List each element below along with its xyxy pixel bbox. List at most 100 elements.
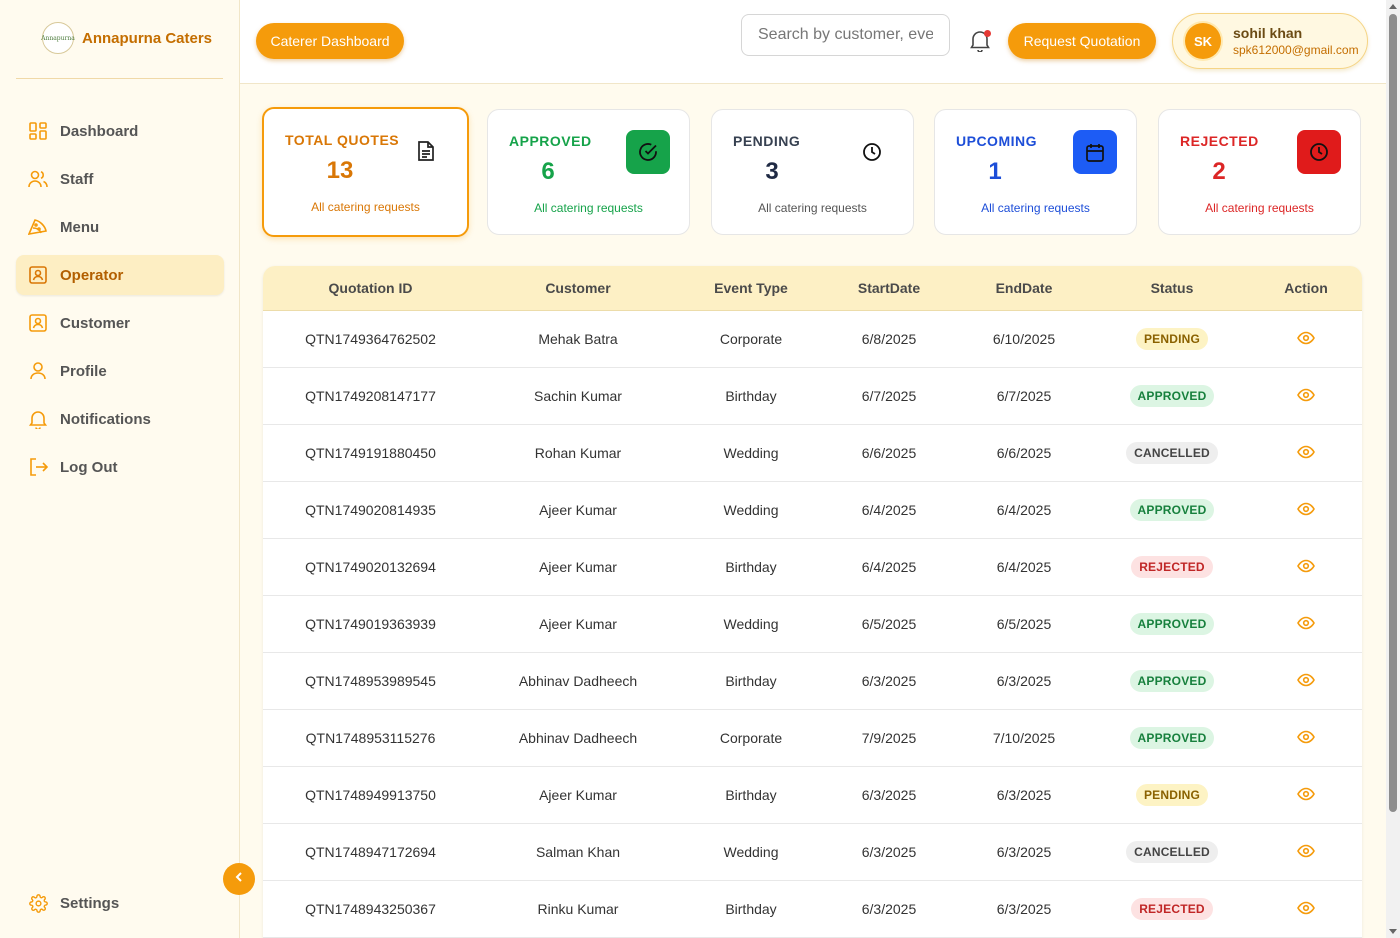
status-badge: REJECTED [1131, 898, 1213, 920]
stat-card-pending[interactable]: PENDING 3 All catering requests [711, 109, 914, 235]
sidebar-item-operator[interactable]: Operator [16, 255, 224, 295]
table-row[interactable]: QTN1749020132694 Ajeer Kumar Birthday 6/4/2… [263, 539, 1362, 596]
sidebar-item-settings[interactable]: Settings [16, 883, 224, 923]
action-cell [1250, 445, 1362, 462]
customer-cell: Salman Khan [535, 844, 621, 860]
pizza-icon [28, 217, 48, 237]
request-quotation-button[interactable]: Request Quotation [1008, 23, 1156, 59]
brand[interactable]: Annapurna Annapurna Caters [41, 22, 212, 54]
view-eye-icon[interactable] [1297, 502, 1315, 516]
sidebar-item-label: Dashboard [60, 122, 139, 140]
view-eye-icon[interactable] [1297, 673, 1315, 687]
user-profile-card[interactable]: SK sohil khan spk612000@gmail.com [1172, 13, 1368, 69]
event-type-cell: Birthday [725, 388, 777, 404]
column-header[interactable]: Action [1250, 280, 1362, 296]
start-date-cell: 6/3/2025 [861, 844, 917, 860]
collapse-sidebar-button[interactable] [223, 863, 255, 895]
status-cell: PENDING [1094, 784, 1250, 806]
start-date-cell: 6/7/2025 [861, 388, 917, 404]
stat-title: APPROVED [509, 133, 592, 149]
view-eye-icon[interactable] [1297, 787, 1315, 801]
table-row[interactable]: QTN1748953989545 Abhinav Dadheech Birthday… [263, 653, 1362, 710]
column-header[interactable]: Customer [478, 280, 678, 296]
table-row[interactable]: QTN1749020814935 Ajeer Kumar Wedding 6/4/20… [263, 482, 1362, 539]
stat-subtitle: All catering requests [311, 200, 420, 214]
customer-cell: Rinku Kumar [537, 901, 619, 917]
view-eye-icon[interactable] [1297, 844, 1315, 858]
view-eye-icon[interactable] [1297, 388, 1315, 402]
column-header[interactable]: Event Type [678, 280, 824, 296]
brand-logo: Annapurna [41, 22, 75, 54]
column-header[interactable]: Status [1094, 280, 1250, 296]
table-row[interactable]: QTN1749208147177 Sachin Kumar Birthday 6/7/… [263, 368, 1362, 425]
stat-card-rejected[interactable]: REJECTED 2 All catering requests [1158, 109, 1361, 235]
stat-value: 2 [1212, 158, 1226, 185]
notification-bell-button[interactable] [970, 30, 994, 54]
event-type-cell: Birthday [725, 901, 777, 917]
stat-value: 1 [988, 158, 1002, 185]
status-cell: REJECTED [1094, 556, 1250, 578]
customer-cell: Ajeer Kumar [539, 559, 617, 575]
sidebar-item-menu[interactable]: Menu [16, 207, 224, 247]
stat-card-total-quotes[interactable]: TOTAL QUOTES 13 All catering requests [262, 107, 469, 237]
scroll-up-arrow-icon[interactable] [1389, 4, 1397, 9]
divider [16, 78, 223, 79]
status-cell: APPROVED [1094, 613, 1250, 635]
stat-subtitle: All catering requests [534, 201, 643, 215]
view-eye-icon[interactable] [1297, 559, 1315, 573]
customer-cell: Abhinav Dadheech [518, 730, 638, 746]
sidebar: Annapurna Annapurna Caters Dashboard Sta… [0, 0, 240, 938]
stat-card-approved[interactable]: APPROVED 6 All catering requests [487, 109, 690, 235]
sidebar-item-label: Notifications [60, 410, 151, 428]
grid-icon [28, 121, 48, 141]
table-row[interactable]: QTN1748949913750 Ajeer Kumar Birthday 6/3/2… [263, 767, 1362, 824]
page-scrollbar[interactable] [1386, 0, 1400, 938]
end-date-cell: 6/10/2025 [992, 331, 1056, 347]
sidebar-item-logout[interactable]: Log Out [16, 447, 224, 487]
table-row[interactable]: QTN1749364762502 Mehak Batra Corporate 6/8/… [263, 311, 1362, 368]
scroll-down-arrow-icon[interactable] [1389, 929, 1397, 934]
status-badge: APPROVED [1129, 499, 1215, 521]
status-cell: APPROVED [1094, 670, 1250, 692]
end-date-cell: 6/4/2025 [996, 559, 1052, 575]
document-icon [404, 129, 448, 173]
table-body: QTN1749364762502 Mehak Batra Corporate 6/8/… [263, 311, 1362, 938]
column-header[interactable]: Quotation ID [263, 280, 478, 296]
quotation-id-cell: QTN1749019363939 [305, 616, 436, 632]
scroll-thumb[interactable] [1389, 14, 1397, 812]
stat-card-upcoming[interactable]: UPCOMING 1 All catering requests [934, 109, 1137, 235]
table-row[interactable]: QTN1748947172694 Salman Khan Wedding 6/3/20… [263, 824, 1362, 881]
column-header[interactable]: StartDate [824, 280, 954, 296]
view-eye-icon[interactable] [1297, 901, 1315, 915]
table-row[interactable]: QTN1748943250367 Rinku Kumar Birthday 6/3/2… [263, 881, 1362, 938]
table-row[interactable]: QTN1748953115276 Abhinav Dadheech Corporat… [263, 710, 1362, 767]
table-row[interactable]: QTN1749019363939 Ajeer Kumar Wedding 6/5/20… [263, 596, 1362, 653]
stat-subtitle: All catering requests [1205, 201, 1314, 215]
event-type-cell: Corporate [719, 331, 783, 347]
action-cell [1250, 901, 1362, 918]
view-eye-icon[interactable] [1297, 445, 1315, 459]
status-cell: REJECTED [1094, 898, 1250, 920]
status-cell: CANCELLED [1094, 841, 1250, 863]
sidebar-item-profile[interactable]: Profile [16, 351, 224, 391]
quotation-id-cell: QTN1749020132694 [305, 559, 436, 575]
column-header[interactable]: EndDate [954, 280, 1094, 296]
status-cell: PENDING [1094, 328, 1250, 350]
sidebar-item-staff[interactable]: Staff [16, 159, 224, 199]
table-row[interactable]: QTN1749191880450 Rohan Kumar Wedding 6/6/20… [263, 425, 1362, 482]
user-icon [28, 361, 48, 381]
status-cell: APPROVED [1094, 727, 1250, 749]
sidebar-item-customer[interactable]: Customer [16, 303, 224, 343]
view-eye-icon[interactable] [1297, 616, 1315, 630]
caterer-dashboard-button[interactable]: Caterer Dashboard [256, 23, 404, 59]
stat-title: REJECTED [1180, 133, 1259, 149]
search-input[interactable] [741, 14, 950, 56]
sidebar-settings: Settings [16, 883, 224, 931]
view-eye-icon[interactable] [1297, 730, 1315, 744]
view-eye-icon[interactable] [1297, 331, 1315, 345]
customer-cell: Ajeer Kumar [539, 787, 617, 803]
sidebar-item-label: Operator [60, 266, 124, 284]
sidebar-item-notifications[interactable]: Notifications [16, 399, 224, 439]
status-badge: PENDING [1135, 784, 1209, 806]
sidebar-item-dashboard[interactable]: Dashboard [16, 111, 224, 151]
